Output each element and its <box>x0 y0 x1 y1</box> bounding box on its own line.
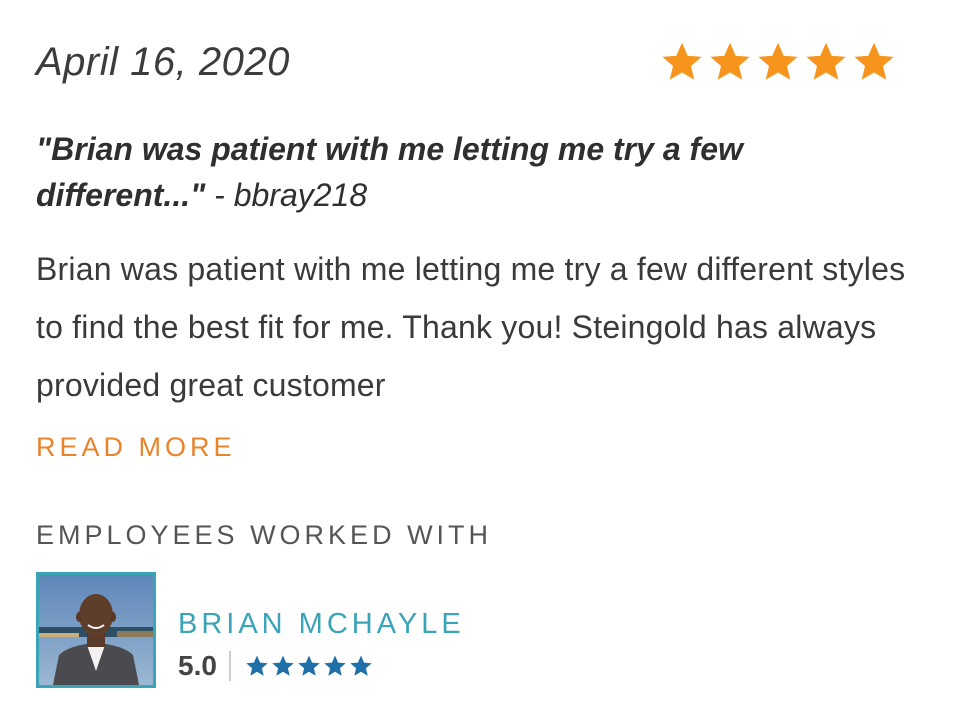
rating-divider <box>228 651 231 681</box>
star-icon <box>246 655 268 676</box>
star-icon <box>272 655 294 676</box>
review-body: Brian was patient with me letting me try… <box>36 251 906 403</box>
employee-name-link[interactable]: BRIAN MCHAYLE <box>178 608 465 641</box>
review-card: April 16, 2020 "Brian was patient with m… <box>0 0 960 706</box>
review-rating-stars <box>660 40 896 84</box>
employee-avatar-image <box>39 575 153 685</box>
employees-heading: EMPLOYEES WORKED WITH <box>36 520 493 550</box>
employee-rating-stars <box>245 654 373 678</box>
employee-avatar[interactable] <box>36 572 156 688</box>
star-icon <box>758 42 798 80</box>
review-headline: "Brian was patient with me letting me tr… <box>36 126 916 218</box>
review-author: - bbray218 <box>205 177 368 213</box>
star-icon <box>324 655 346 676</box>
review-headline-quote: "Brian was patient with me letting me tr… <box>36 131 743 213</box>
employee-score: 5.0 <box>178 650 217 681</box>
star-icon <box>350 655 372 676</box>
review-date: April 16, 2020 <box>36 40 290 84</box>
star-icon <box>710 42 750 80</box>
star-icon <box>854 42 894 80</box>
star-icon <box>806 42 846 80</box>
star-icon <box>298 655 320 676</box>
read-more-link[interactable]: READ MORE <box>36 432 236 463</box>
employee-rating: 5.0 <box>178 648 373 684</box>
star-icon <box>662 42 702 80</box>
